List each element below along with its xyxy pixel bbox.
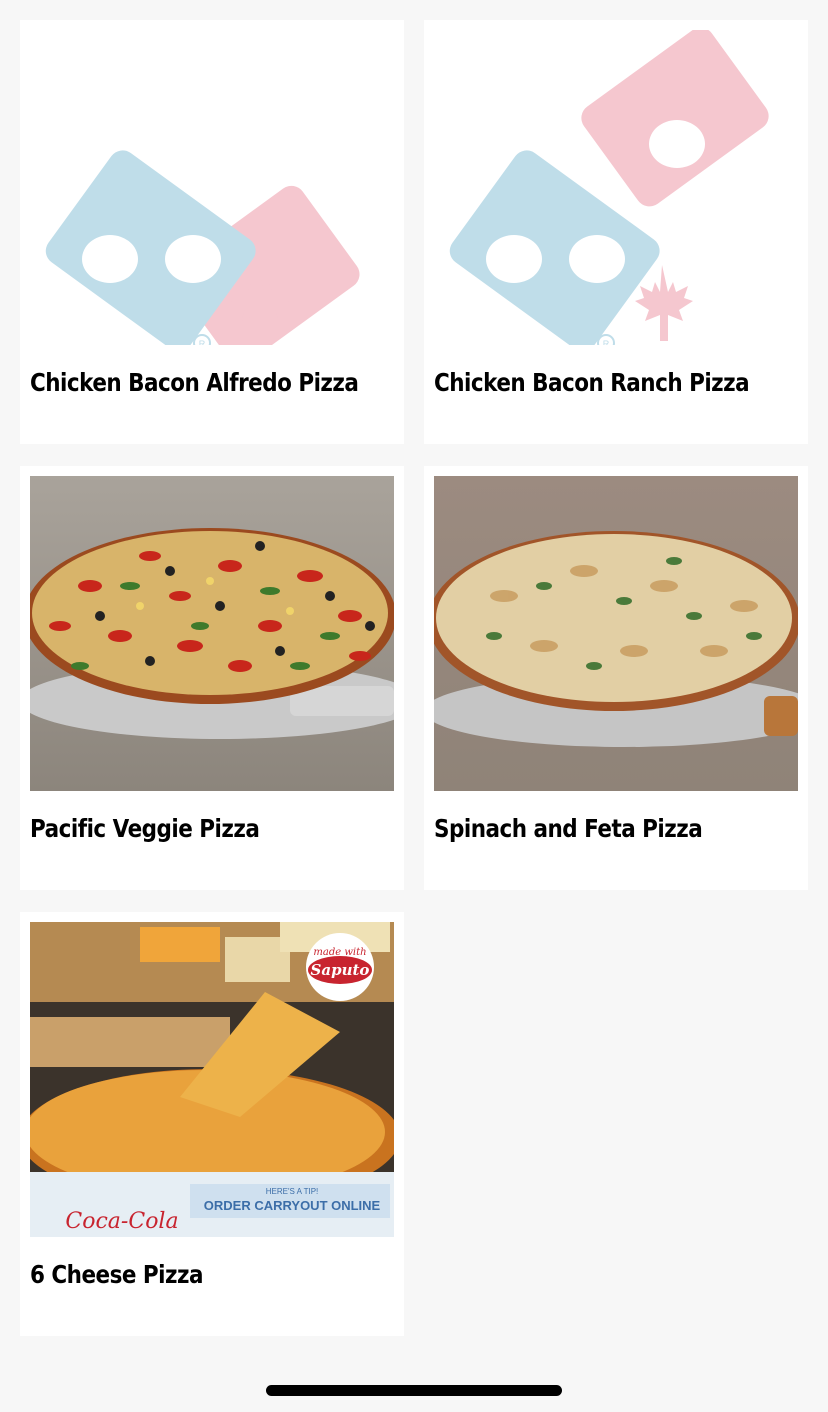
menu-item-card[interactable]: made with Saputo Coca-Cola HERE'S A TIP!…: [20, 912, 404, 1336]
menu-item-card[interactable]: R Chicken Bacon Ranch Pizza: [424, 20, 808, 444]
menu-item-name: Chicken Bacon Ranch Pizza: [434, 368, 750, 397]
spinach-feta-pizza-image: [434, 476, 798, 791]
menu-item-card[interactable]: R Chicken Bacon Alfredo Pizza: [20, 20, 404, 444]
coca-cola-text: Coca-Cola: [65, 1209, 178, 1234]
pizza-photo-icon: made with Saputo Coca-Cola HERE'S A TIP!…: [30, 922, 394, 1237]
box-main-text: ORDER CARRYOUT ONLINE: [204, 1198, 381, 1213]
saputo-badge-top: made with: [313, 947, 366, 958]
box-tip-text: HERE'S A TIP!: [266, 1187, 319, 1196]
menu-item-card[interactable]: Pacific Veggie Pizza: [20, 466, 404, 890]
menu-item-name: Chicken Bacon Alfredo Pizza: [30, 368, 359, 397]
home-indicator[interactable]: [266, 1385, 562, 1396]
six-cheese-pizza-image: made with Saputo Coca-Cola HERE'S A TIP!…: [30, 922, 394, 1237]
menu-item-card[interactable]: Spinach and Feta Pizza: [424, 466, 808, 890]
svg-text:R: R: [199, 339, 206, 345]
menu-grid: R Chicken Bacon Alfredo Pizza R Chicken …: [20, 20, 808, 1336]
pizza-photo-icon: [434, 476, 798, 791]
pacific-veggie-pizza-image: [30, 476, 394, 791]
menu-item-name: Pacific Veggie Pizza: [30, 814, 260, 843]
menu-item-name: Spinach and Feta Pizza: [434, 814, 703, 843]
dominos-logo-image: R: [30, 30, 394, 345]
dominos-logo-image: R: [434, 30, 798, 345]
saputo-badge-brand: Saputo: [311, 961, 370, 979]
svg-text:R: R: [603, 339, 610, 345]
menu-item-name: 6 Cheese Pizza: [30, 1260, 204, 1289]
dominos-logo-icon: R: [45, 120, 360, 345]
dominos-logo-icon: R: [449, 30, 769, 345]
pizza-photo-icon: [30, 476, 394, 791]
